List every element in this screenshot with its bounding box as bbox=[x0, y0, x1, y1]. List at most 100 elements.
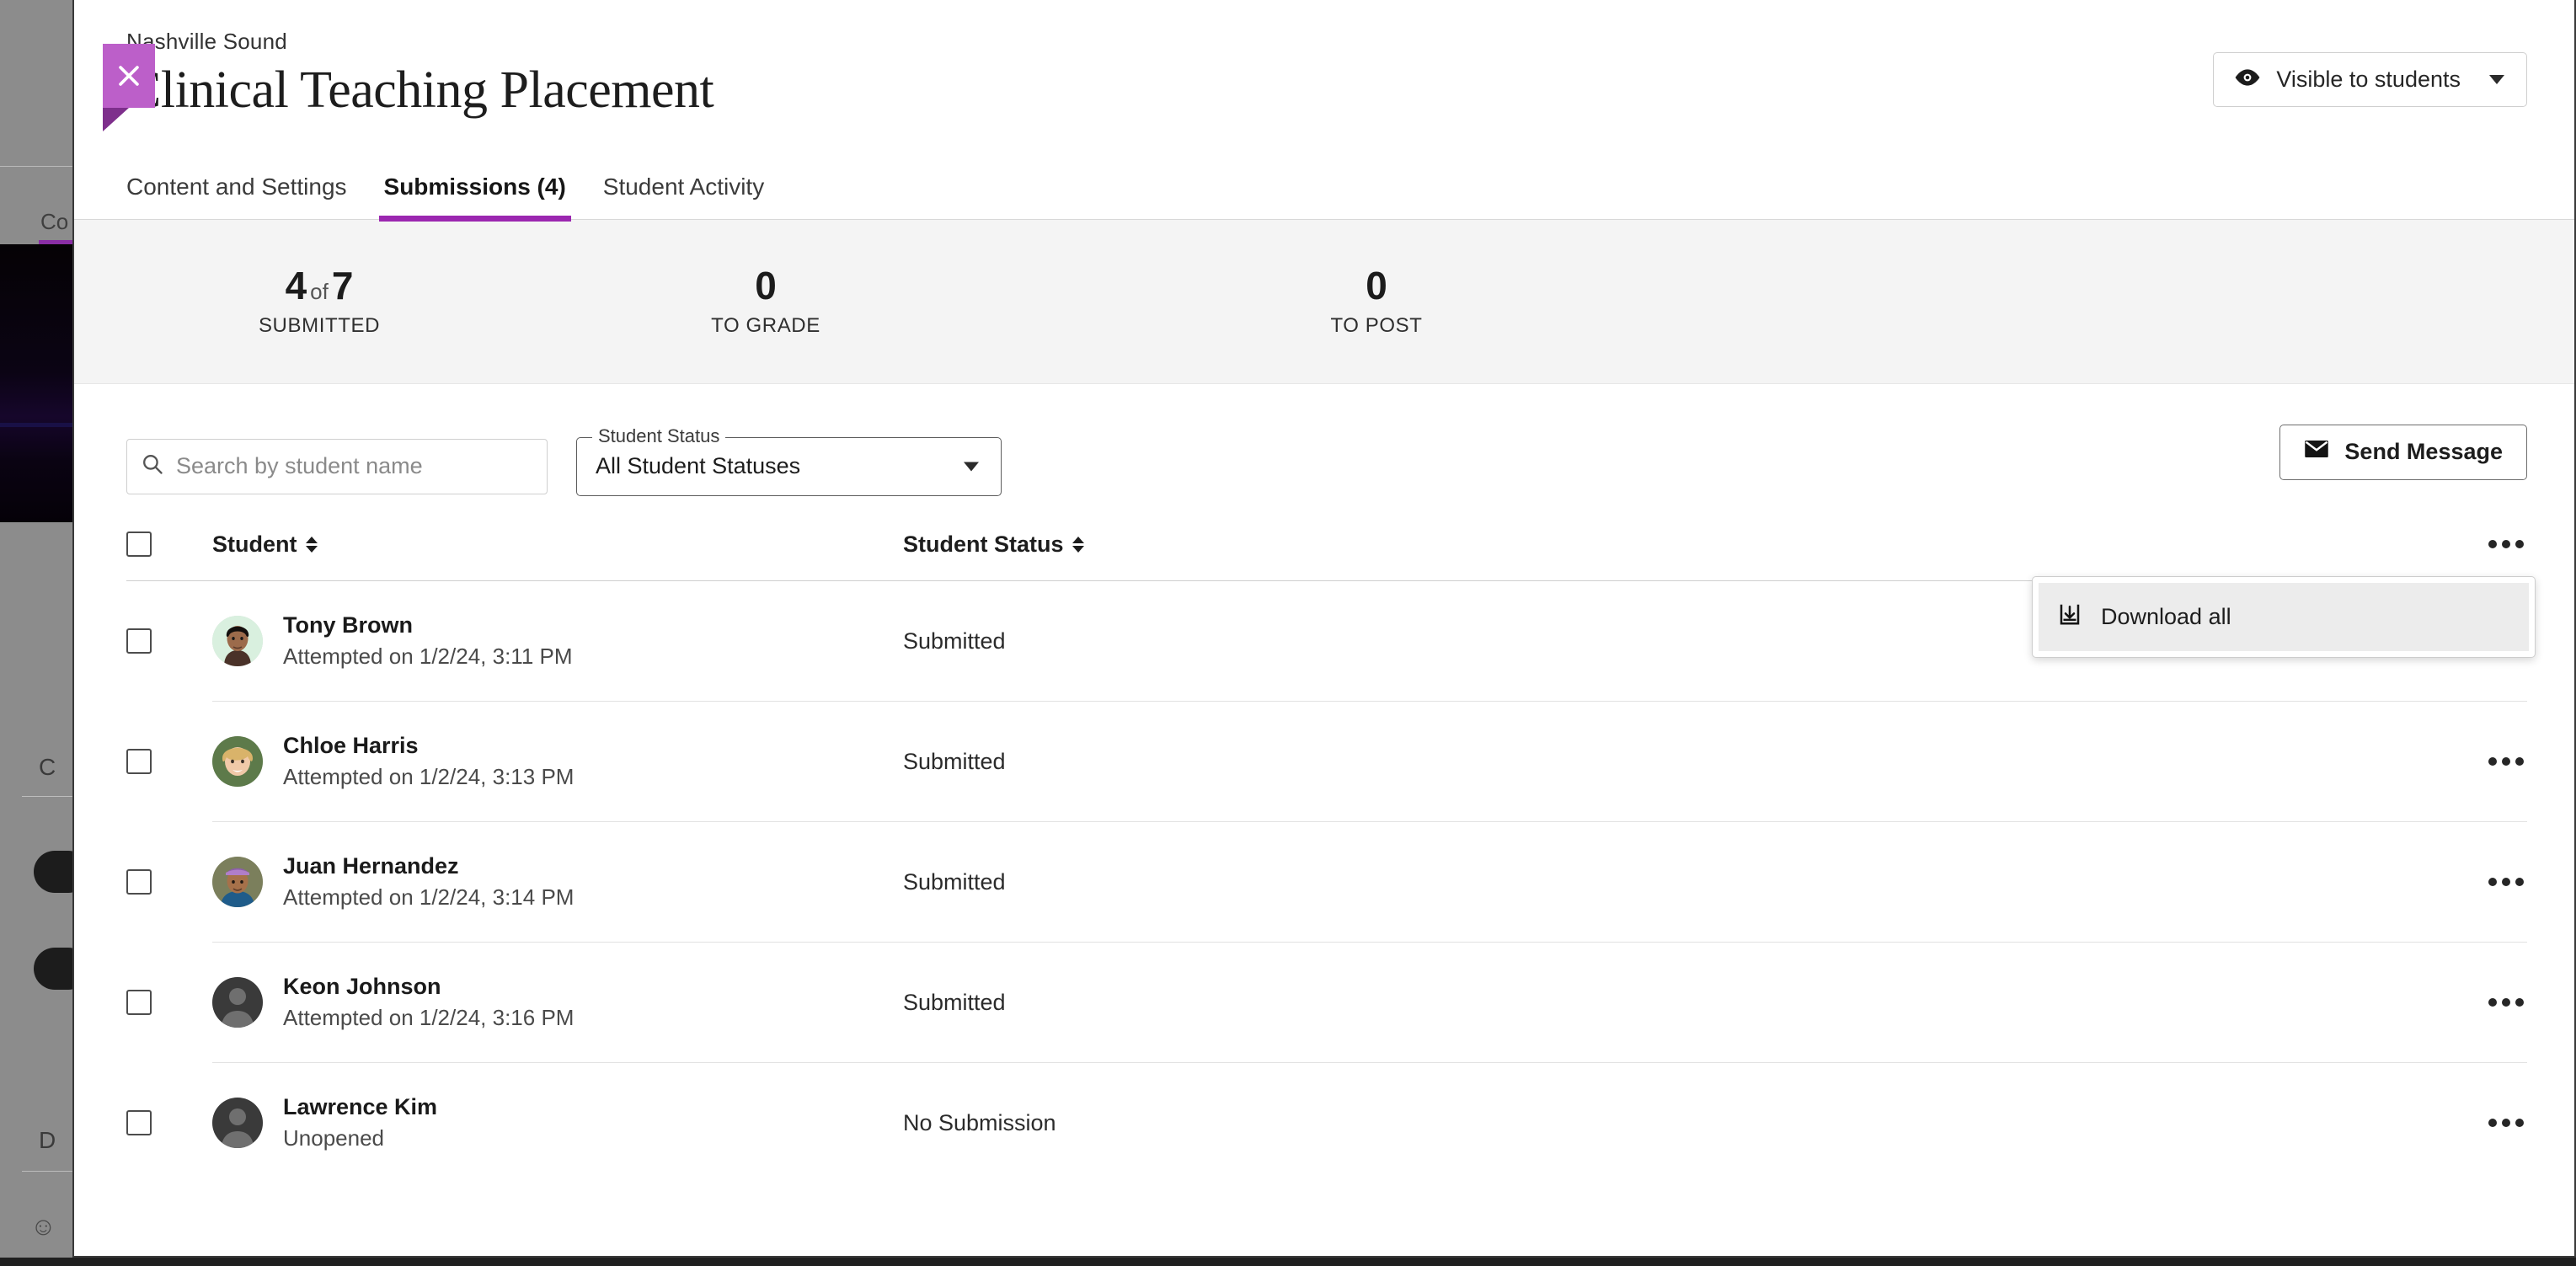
student-cell: Tony Brown Attempted on 1/2/24, 3:11 PM bbox=[212, 612, 903, 670]
stat-submitted-total: 7 bbox=[332, 264, 354, 307]
background-dim-overlay bbox=[0, 0, 77, 1266]
background-divider bbox=[0, 166, 77, 167]
panel-tabs: Content and Settings Submissions (4) Stu… bbox=[74, 158, 2574, 220]
background-rule-1 bbox=[22, 796, 77, 797]
close-ribbon-fold bbox=[103, 108, 155, 131]
student-attempt-info: Unopened bbox=[283, 1125, 437, 1151]
tab-content-and-settings[interactable]: Content and Settings bbox=[126, 174, 366, 219]
close-icon bbox=[103, 44, 155, 108]
row-checkbox[interactable] bbox=[126, 1110, 152, 1135]
menu-item-download-all[interactable]: Download all bbox=[2039, 583, 2529, 651]
student-name: Juan Hernandez bbox=[283, 853, 574, 879]
visibility-dropdown[interactable]: Visible to students bbox=[2213, 52, 2527, 107]
student-name: Lawrence Kim bbox=[283, 1094, 437, 1120]
table-header-row: Student Student Status bbox=[126, 509, 2527, 581]
student-status-cell: No Submission bbox=[903, 1110, 2451, 1136]
student-status-cell: Submitted bbox=[903, 990, 2451, 1016]
student-attempt-info: Attempted on 1/2/24, 3:16 PM bbox=[283, 1005, 574, 1031]
download-tray-icon bbox=[2057, 601, 2082, 633]
close-panel-button[interactable] bbox=[103, 44, 155, 108]
search-input[interactable]: Search by student name bbox=[126, 439, 548, 494]
stat-to-post-caption: TO POST bbox=[1073, 314, 1680, 338]
menu-item-label: Download all bbox=[2101, 604, 2231, 630]
table-row[interactable]: Chloe Harris Attempted on 1/2/24, 3:13 P… bbox=[126, 702, 2527, 822]
student-cell: Juan Hernandez Attempted on 1/2/24, 3:14… bbox=[212, 853, 903, 911]
row-options-menu-button[interactable] bbox=[2485, 990, 2527, 1015]
filter-toolbar: Search by student name Student Status Al… bbox=[74, 384, 2574, 509]
envelope-icon bbox=[2304, 439, 2329, 465]
student-status-column-label: Student Status bbox=[903, 532, 1064, 558]
select-all-cell bbox=[126, 532, 212, 557]
eye-icon bbox=[2234, 67, 2261, 93]
student-cell: Keon Johnson Attempted on 1/2/24, 3:16 P… bbox=[212, 974, 903, 1031]
student-status-cell: Submitted bbox=[903, 749, 2451, 775]
student-status-value: All Student Statuses bbox=[596, 453, 800, 479]
sort-arrows-icon bbox=[306, 537, 318, 553]
student-name: Tony Brown bbox=[283, 612, 573, 638]
student-attempt-info: Attempted on 1/2/24, 3:11 PM bbox=[283, 644, 573, 670]
background-rule-2 bbox=[22, 1171, 77, 1172]
row-checkbox[interactable] bbox=[126, 869, 152, 895]
stats-bar: 4of7 SUBMITTED 0 TO GRADE 0 TO POST bbox=[74, 220, 2574, 384]
avatar bbox=[212, 736, 263, 787]
stat-submitted: 4of7 SUBMITTED bbox=[180, 264, 458, 338]
row-select-cell bbox=[126, 869, 212, 895]
row-select-cell bbox=[126, 1110, 212, 1135]
stat-to-grade-caption: TO GRADE bbox=[458, 314, 1073, 338]
student-header-cell: Student bbox=[212, 532, 903, 558]
student-info: Tony Brown Attempted on 1/2/24, 3:11 PM bbox=[283, 612, 573, 670]
page-title: Clinical Teaching Placement bbox=[126, 63, 2574, 119]
row-options-menu-button[interactable] bbox=[2485, 749, 2527, 774]
student-cell: Chloe Harris Attempted on 1/2/24, 3:13 P… bbox=[212, 733, 903, 790]
student-column-label: Student bbox=[212, 532, 297, 558]
send-message-label: Send Message bbox=[2344, 439, 2503, 465]
table-options-menu-button[interactable] bbox=[2485, 532, 2527, 557]
student-info: Lawrence Kim Unopened bbox=[283, 1094, 437, 1151]
student-attempt-info: Attempted on 1/2/24, 3:13 PM bbox=[283, 764, 574, 790]
search-placeholder: Search by student name bbox=[176, 453, 423, 479]
table-row[interactable]: Keon Johnson Attempted on 1/2/24, 3:16 P… bbox=[126, 943, 2527, 1063]
stat-to-post: 0 TO POST bbox=[1073, 264, 1680, 338]
row-actions-cell bbox=[2451, 749, 2527, 774]
background-section-label-2: D bbox=[39, 1127, 56, 1154]
header-actions-cell bbox=[2451, 532, 2527, 557]
row-options-menu-button[interactable] bbox=[2485, 1110, 2527, 1135]
background-media-block bbox=[0, 244, 77, 522]
row-options-menu-button[interactable] bbox=[2485, 869, 2527, 895]
row-select-cell bbox=[126, 990, 212, 1015]
background-person-icon: ☺ bbox=[30, 1213, 56, 1242]
submissions-table: Student Student Status bbox=[74, 509, 2574, 1183]
tab-submissions[interactable]: Submissions (4) bbox=[366, 174, 585, 219]
student-info: Keon Johnson Attempted on 1/2/24, 3:16 P… bbox=[283, 974, 574, 1031]
row-checkbox[interactable] bbox=[126, 628, 152, 654]
stat-submitted-value: 4of7 bbox=[180, 264, 458, 307]
student-status-cell: Submitted bbox=[903, 869, 2451, 895]
row-checkbox[interactable] bbox=[126, 749, 152, 774]
breadcrumb: Nashville Sound bbox=[126, 29, 2574, 55]
avatar bbox=[212, 857, 263, 907]
tab-student-activity[interactable]: Student Activity bbox=[585, 174, 783, 219]
stat-submitted-of: of bbox=[307, 279, 332, 304]
avatar bbox=[212, 616, 263, 666]
avatar bbox=[212, 977, 263, 1028]
stat-to-grade: 0 TO GRADE bbox=[458, 264, 1073, 338]
row-actions-cell bbox=[2451, 990, 2527, 1015]
visibility-label: Visible to students bbox=[2276, 67, 2461, 93]
select-all-checkbox[interactable] bbox=[126, 532, 152, 557]
stat-to-post-value: 0 bbox=[1073, 264, 1680, 307]
search-icon bbox=[141, 452, 164, 480]
row-actions-cell bbox=[2451, 1110, 2527, 1135]
student-status-filter[interactable]: Student Status All Student Statuses bbox=[576, 437, 1002, 496]
background-bottom-edge bbox=[0, 1258, 2576, 1266]
table-row[interactable]: Juan Hernandez Attempted on 1/2/24, 3:14… bbox=[126, 822, 2527, 943]
chevron-down-icon bbox=[964, 462, 979, 471]
student-name: Chloe Harris bbox=[283, 733, 574, 759]
background-tab-fragment: Co bbox=[40, 209, 68, 235]
send-message-button[interactable]: Send Message bbox=[2279, 425, 2527, 480]
table-row[interactable]: Lawrence Kim Unopened No Submission bbox=[126, 1063, 2527, 1183]
background-section-label-1: C bbox=[39, 754, 56, 781]
stat-submitted-caption: SUBMITTED bbox=[180, 314, 458, 338]
sort-student-button[interactable]: Student bbox=[212, 532, 318, 558]
sort-student-status-button[interactable]: Student Status bbox=[903, 532, 1084, 558]
row-checkbox[interactable] bbox=[126, 990, 152, 1015]
